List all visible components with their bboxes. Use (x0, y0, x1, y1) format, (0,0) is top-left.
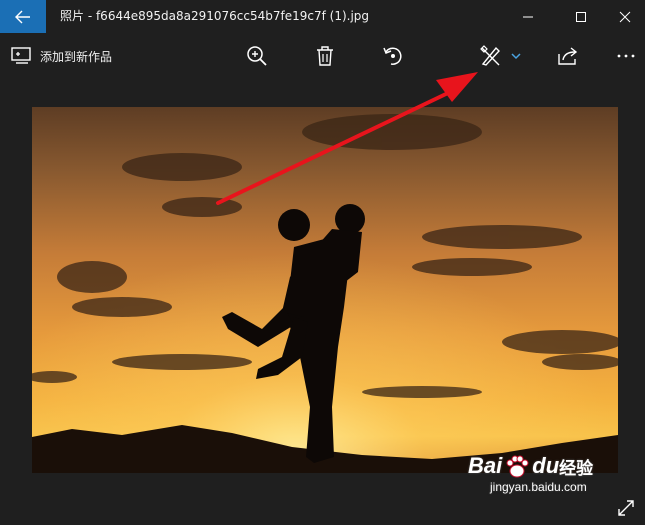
window-title: 照片 - f6644e895da8a291076cc54b7fe19c7f (1… (60, 9, 370, 23)
sunset-couple-photo (32, 107, 618, 473)
more-options-button[interactable] (614, 33, 638, 79)
zoom-in-button[interactable] (244, 33, 270, 79)
baidu-paw-icon (506, 455, 529, 478)
arrow-left-icon (15, 10, 30, 23)
edit-and-create-button[interactable] (478, 33, 522, 79)
rotate-button[interactable] (380, 33, 406, 79)
add-to-new-creation-button[interactable]: 添加到新作品 (11, 33, 112, 79)
rotate-icon (383, 47, 402, 65)
more-icon (617, 54, 635, 58)
close-icon (619, 11, 630, 22)
close-button[interactable] (604, 0, 645, 33)
title-bar: 照片 - f6644e895da8a291076cc54b7fe19c7f (1… (0, 0, 645, 33)
expand-icon (618, 500, 634, 516)
share-button[interactable] (556, 33, 580, 79)
minimize-icon (523, 16, 533, 17)
delete-icon (317, 46, 333, 66)
baidu-jingyan-watermark: Bai du 经验 jingyan.baidu.com (468, 452, 618, 496)
toolbar: 添加到新作品 (0, 33, 645, 79)
maximize-icon (576, 11, 586, 22)
minimize-button[interactable] (505, 0, 551, 33)
watermark-du: du (532, 453, 560, 478)
delete-button[interactable] (312, 33, 338, 79)
watermark-url: jingyan.baidu.com (490, 480, 587, 494)
chevron-down-icon[interactable] (511, 52, 521, 60)
add-to-new-creation-label: 添加到新作品 (40, 49, 113, 64)
back-button[interactable] (0, 0, 46, 33)
photo-viewer-image[interactable] (32, 107, 618, 473)
fullscreen-button[interactable] (612, 495, 640, 521)
maximize-button[interactable] (558, 0, 604, 33)
watermark-bai: Bai (468, 453, 503, 478)
watermark-brand-cn: 经验 (559, 458, 594, 479)
zoom-in-icon (247, 46, 267, 66)
add-to-creation-icon (11, 47, 31, 64)
share-icon (558, 47, 578, 65)
edit-draw-icon (480, 45, 500, 66)
